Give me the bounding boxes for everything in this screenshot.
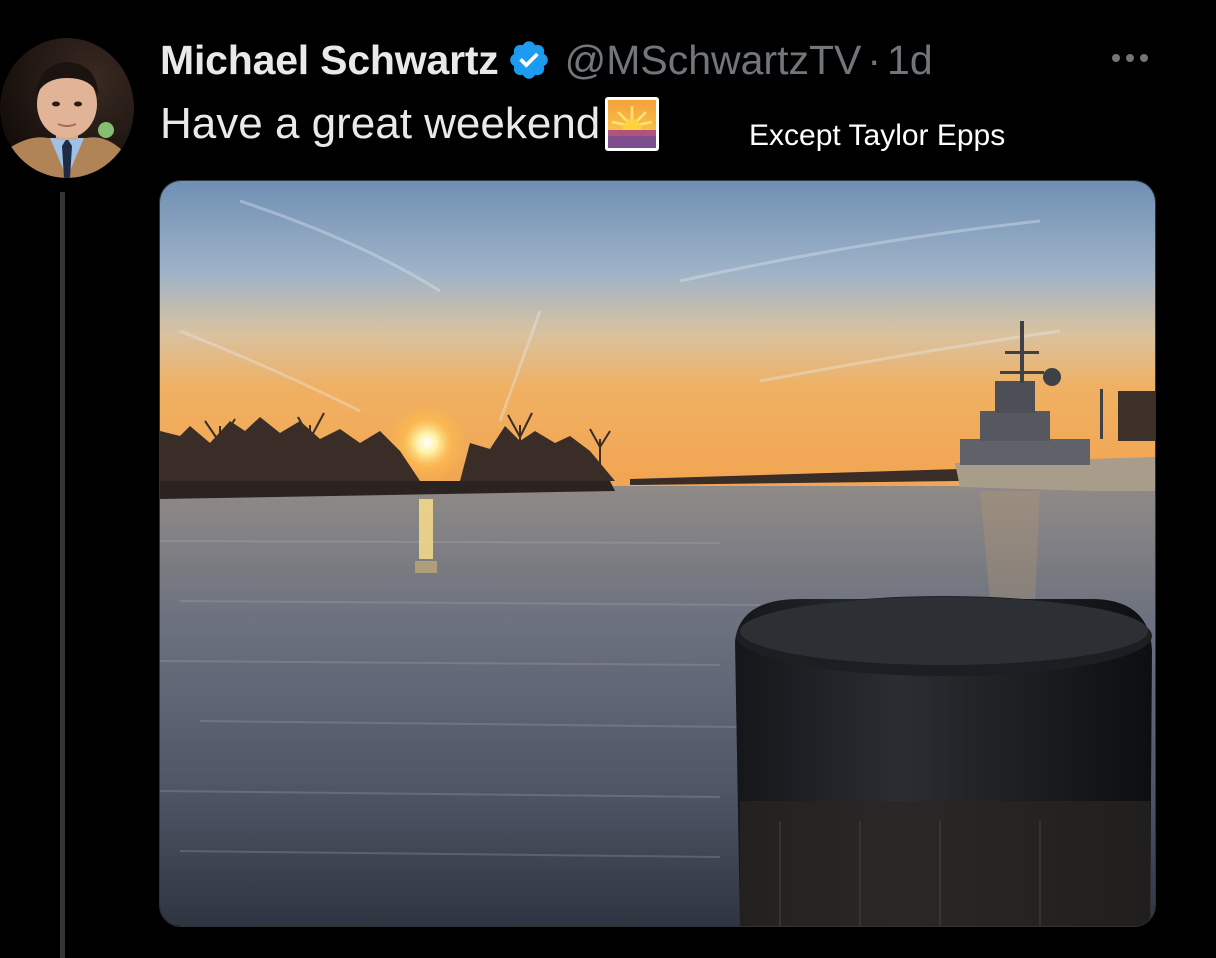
tweet: Michael Schwartz @MSchwartzTV · 1d Have … <box>0 0 1216 958</box>
more-options-icon[interactable] <box>1106 46 1154 70</box>
tweet-header: Michael Schwartz @MSchwartzTV · 1d <box>160 34 933 86</box>
separator-dot: · <box>867 36 882 83</box>
tweet-body: Have a great weekend <box>160 99 601 148</box>
author-handle[interactable]: @MSchwartzTV <box>565 37 862 84</box>
sunrise-emoji-icon <box>604 96 660 152</box>
tweet-text: Have a great weekend <box>160 96 660 152</box>
sunset-harbor-photo <box>160 181 1155 926</box>
tweet-photo[interactable] <box>159 180 1156 927</box>
display-name[interactable]: Michael Schwartz <box>160 37 499 84</box>
avatar[interactable] <box>0 38 134 178</box>
profile-photo-icon <box>0 38 134 178</box>
timestamp[interactable]: 1d <box>887 37 933 84</box>
overlay-caption: Except Taylor Epps <box>749 119 1006 152</box>
thread-line <box>60 192 65 958</box>
verified-badge-icon <box>507 38 551 82</box>
